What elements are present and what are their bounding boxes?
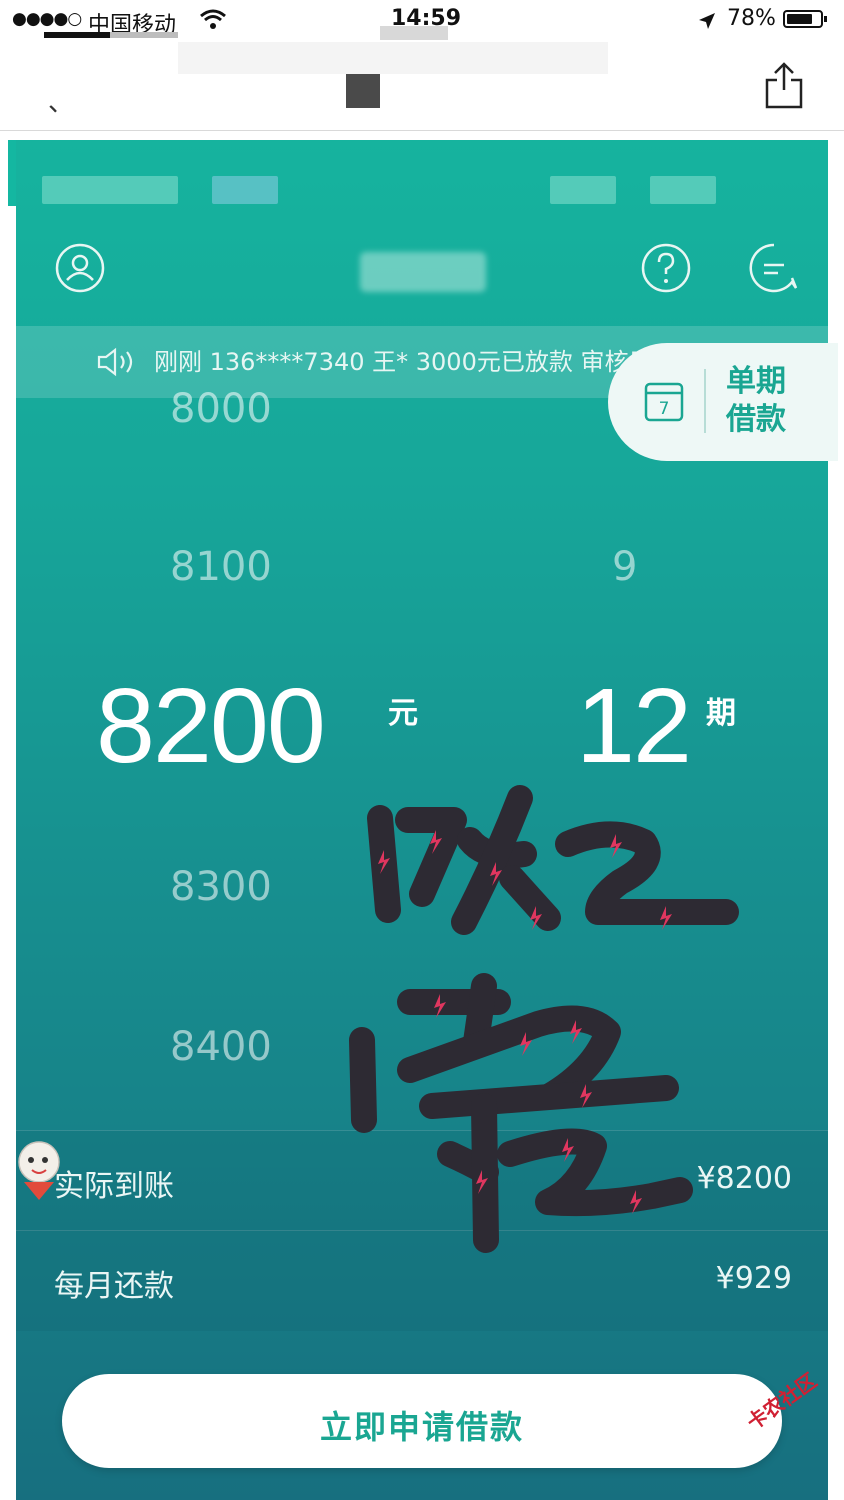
location-arrow-icon: [699, 13, 715, 29]
user-icon[interactable]: [54, 242, 106, 294]
amount-option[interactable]: 8300: [170, 864, 272, 910]
apply-loan-label: 立即申请借款: [319, 1408, 524, 1446]
blurred-title-area: [178, 42, 608, 74]
period-unit: 期: [706, 696, 736, 731]
help-icon[interactable]: [640, 242, 692, 294]
pill-divider: [704, 369, 706, 433]
speaker-icon: [97, 347, 133, 377]
apply-loan-button[interactable]: 立即申请借款: [62, 1374, 782, 1468]
browser-nav-bar: 、: [0, 42, 844, 131]
amount-option[interactable]: 8000: [170, 386, 272, 432]
share-icon[interactable]: [762, 60, 806, 110]
summary-row-received: 实际到账 ¥8200: [16, 1130, 828, 1231]
calendar-number: 7: [659, 399, 670, 419]
battery-level-fill: [787, 14, 812, 24]
back-button[interactable]: 、: [48, 82, 74, 119]
blurred-header-text: [42, 176, 178, 204]
selected-period[interactable]: 12: [576, 666, 692, 787]
blurred-header-text: [650, 176, 716, 204]
period-option[interactable]: 9: [612, 544, 637, 590]
signal-strength: ●●●●○: [12, 9, 82, 29]
monthly-label: 每月还款: [54, 1269, 174, 1304]
single-period-loan-button[interactable]: 7 单期借款: [608, 343, 838, 461]
battery-percent: 78%: [727, 6, 776, 31]
monthly-value: ¥929: [715, 1261, 792, 1296]
redaction-mark: [346, 74, 380, 108]
received-label: 实际到账: [54, 1169, 174, 1204]
amount-option[interactable]: 8400: [170, 1024, 272, 1070]
calendar-icon: 7: [644, 382, 684, 422]
selected-amount[interactable]: 8200: [96, 666, 326, 787]
summary-row-monthly: 每月还款 ¥929: [16, 1230, 828, 1331]
single-period-label: 单期借款: [726, 364, 786, 437]
mascot-sticker: [18, 1141, 60, 1200]
received-value: ¥8200: [696, 1161, 792, 1196]
blurred-header-text: [212, 176, 278, 204]
amount-option[interactable]: 8100: [170, 544, 272, 590]
message-icon[interactable]: [748, 242, 800, 294]
battery-icon: [783, 10, 827, 28]
wifi-icon: [200, 9, 226, 29]
redaction-mark: [44, 32, 110, 38]
amount-unit: 元: [388, 696, 418, 731]
redaction-mark: [110, 32, 178, 38]
status-bar: ●●●●○ 中国移动 14:59 78%: [0, 0, 844, 42]
blurred-header-text: [550, 176, 616, 204]
redaction-mark: [380, 26, 448, 40]
blurred-app-title: [360, 252, 486, 292]
